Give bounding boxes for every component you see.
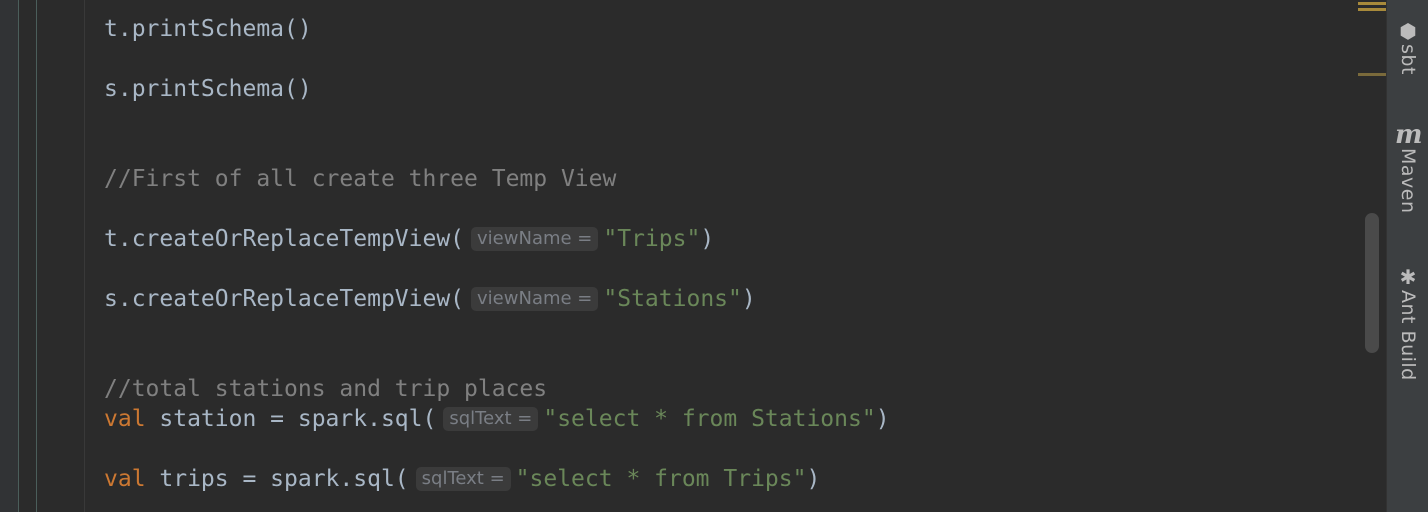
code-text: t.printSchema() xyxy=(104,16,312,42)
tool-window-label: sbt xyxy=(1397,44,1419,75)
tool-window-label: Maven xyxy=(1397,148,1419,214)
tool-window-label: Ant Build xyxy=(1397,290,1419,381)
left-tool-strip xyxy=(0,0,18,512)
string-literal: "Trips" xyxy=(603,226,701,252)
tool-window-maven[interactable]: m Maven xyxy=(1387,120,1428,214)
warning-marker[interactable] xyxy=(1358,2,1386,5)
warning-marker[interactable] xyxy=(1358,8,1386,11)
code-line[interactable]: t.createOrReplaceTempView(viewName = "Tri… xyxy=(104,224,714,254)
string-literal: "select * from Trips" xyxy=(515,466,807,492)
string-literal: "select * from Stations" xyxy=(543,406,876,432)
code-text: trips = spark.sql( xyxy=(145,466,409,492)
parameter-hint: sqlText = xyxy=(443,407,539,431)
code-text: s.printSchema() xyxy=(104,76,312,102)
code-line[interactable]: s.createOrReplaceTempView(viewName = "Sta… xyxy=(104,284,756,314)
code-text: ) xyxy=(806,466,821,492)
keyword: val xyxy=(104,466,146,492)
code-line[interactable]: val trips = spark.sql(sqlText = "select *… xyxy=(104,464,820,494)
code-text: ) xyxy=(875,406,890,432)
ant-icon: ✱ xyxy=(1399,265,1417,289)
code-line[interactable]: t.printSchema() xyxy=(104,14,312,44)
gutter-guide xyxy=(18,0,19,512)
code-text: s.createOrReplaceTempView( xyxy=(104,286,465,312)
parameter-hint: viewName = xyxy=(471,287,599,311)
tool-window-sbt[interactable]: ⬢ sbt xyxy=(1387,20,1428,75)
parameter-hint: sqlText = xyxy=(415,467,511,491)
code-line[interactable]: s.printSchema() xyxy=(104,74,312,104)
code-comment: //First of all create three Temp View xyxy=(104,166,617,192)
code-comment: //total stations and trip places xyxy=(104,376,548,402)
gutter-guide xyxy=(36,0,37,512)
right-tool-sidebar: ⬢ sbt m Maven ✱ Ant Build xyxy=(1386,0,1428,512)
code-text: station = spark.sql( xyxy=(145,406,437,432)
parameter-hint: viewName = xyxy=(471,227,599,251)
code-line[interactable]: val station = spark.sql(sqlText = "select… xyxy=(104,404,890,434)
tool-window-ant-build[interactable]: ✱ Ant Build xyxy=(1387,266,1428,381)
sbt-icon: ⬢ xyxy=(1399,19,1417,43)
code-text: ) xyxy=(700,226,715,252)
keyword: val xyxy=(104,406,146,432)
vertical-scrollbar[interactable] xyxy=(1365,213,1379,353)
string-literal: "Stations" xyxy=(603,286,742,312)
code-text: ) xyxy=(741,286,756,312)
gutter-separator xyxy=(84,0,85,512)
warning-marker[interactable] xyxy=(1358,73,1386,76)
code-line[interactable]: //total stations and trip places xyxy=(104,374,547,404)
code-text: t.createOrReplaceTempView( xyxy=(104,226,465,252)
code-editor[interactable]: t.printSchema() s.printSchema() //First … xyxy=(104,0,1354,512)
maven-icon: m xyxy=(1395,120,1423,150)
ide-window: t.printSchema() s.printSchema() //First … xyxy=(0,0,1428,512)
code-line[interactable]: //First of all create three Temp View xyxy=(104,164,616,194)
